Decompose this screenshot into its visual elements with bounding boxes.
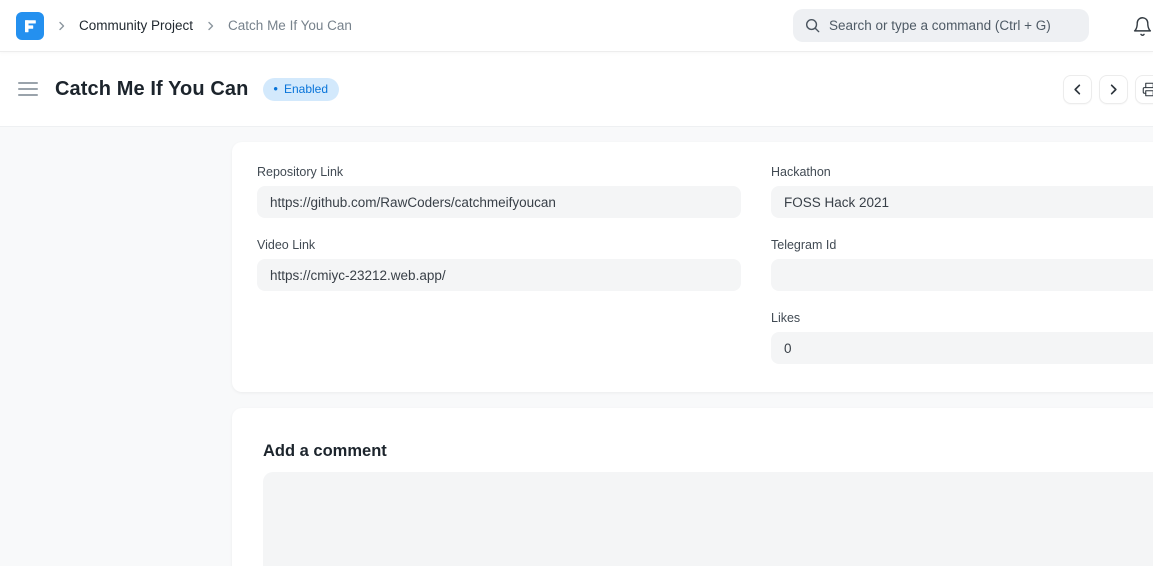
- global-search[interactable]: [793, 9, 1089, 42]
- comment-input[interactable]: [263, 472, 1153, 566]
- field-label: Likes: [771, 311, 1153, 325]
- field-likes: Likes: [771, 311, 1153, 364]
- likes-input[interactable]: [771, 332, 1153, 364]
- page-content: Repository Link Video Link Hackathon Tel…: [0, 127, 1153, 566]
- chevron-left-icon: [1071, 83, 1084, 96]
- breadcrumb: Community Project Catch Me If You Can: [57, 18, 352, 33]
- prev-document-button[interactable]: [1063, 75, 1092, 104]
- top-navbar: Community Project Catch Me If You Can: [0, 0, 1153, 52]
- bell-icon: [1132, 16, 1153, 37]
- repository-link-input[interactable]: [257, 186, 741, 218]
- chevron-right-icon: [206, 20, 215, 32]
- sidebar-toggle-button[interactable]: [18, 82, 38, 97]
- breadcrumb-item-current[interactable]: Catch Me If You Can: [228, 18, 352, 33]
- video-link-input[interactable]: [257, 259, 741, 291]
- search-input[interactable]: [829, 18, 1077, 33]
- menu-icon: [18, 82, 38, 84]
- header-nav-buttons: [1063, 75, 1153, 104]
- page-header: Catch Me If You Can • Enabled: [0, 52, 1153, 127]
- form-column-right: Hackathon Telegram Id Likes: [771, 165, 1153, 364]
- print-button[interactable]: [1135, 75, 1153, 104]
- notifications-button[interactable]: [1132, 11, 1153, 41]
- chevron-right-icon: [1107, 83, 1120, 96]
- status-dot: •: [273, 82, 278, 95]
- breadcrumb-item-community-project[interactable]: Community Project: [79, 18, 193, 33]
- field-hackathon: Hackathon: [771, 165, 1153, 218]
- next-document-button[interactable]: [1099, 75, 1128, 104]
- form-column-left: Repository Link Video Link: [257, 165, 741, 364]
- page-title: Catch Me If You Can: [55, 78, 248, 101]
- hackathon-input[interactable]: [771, 186, 1153, 218]
- field-label: Telegram Id: [771, 238, 1153, 252]
- form-details-card: Repository Link Video Link Hackathon Tel…: [232, 142, 1153, 392]
- search-icon: [805, 18, 820, 33]
- field-telegram-id: Telegram Id: [771, 238, 1153, 291]
- status-badge-label: Enabled: [284, 82, 328, 96]
- field-label: Repository Link: [257, 165, 741, 179]
- telegram-id-input[interactable]: [771, 259, 1153, 291]
- chevron-right-icon: [57, 20, 66, 32]
- app-logo[interactable]: [16, 12, 44, 40]
- field-repository-link: Repository Link: [257, 165, 741, 218]
- form-grid: Repository Link Video Link Hackathon Tel…: [257, 165, 1153, 364]
- field-label: Video Link: [257, 238, 741, 252]
- field-video-link: Video Link: [257, 238, 741, 291]
- frappe-logo-icon: [18, 14, 42, 38]
- status-badge: • Enabled: [263, 78, 339, 101]
- printer-icon: [1142, 82, 1153, 97]
- field-label: Hackathon: [771, 165, 1153, 179]
- comments-card: Add a comment: [232, 408, 1153, 566]
- add-comment-heading: Add a comment: [263, 442, 1153, 461]
